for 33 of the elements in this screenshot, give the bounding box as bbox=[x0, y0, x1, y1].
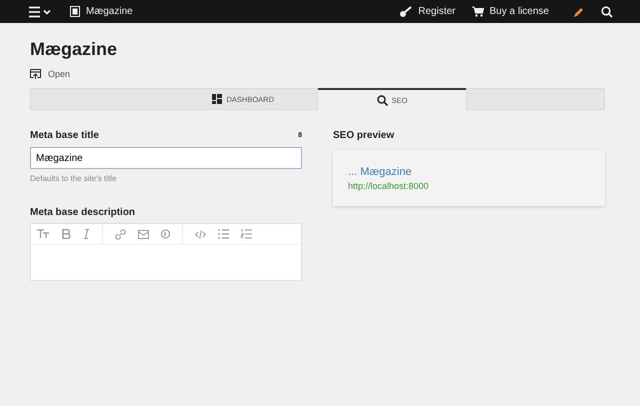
open-icon bbox=[30, 69, 41, 79]
input-field[interactable]: Mægazine bbox=[30, 147, 302, 169]
cart-icon bbox=[472, 6, 484, 17]
key-icon bbox=[399, 6, 412, 18]
bullet-list-icon bbox=[218, 229, 229, 239]
envelope-icon bbox=[138, 230, 149, 238]
buy-license-link[interactable]: Buy a license bbox=[472, 6, 549, 17]
search-button[interactable] bbox=[601, 6, 613, 18]
register-link[interactable]: Register bbox=[399, 6, 456, 18]
bold-icon bbox=[62, 229, 71, 239]
field-hint: Defaults to the site's title bbox=[30, 174, 118, 183]
numbered-list-icon bbox=[241, 229, 252, 239]
field-label: Meta base description bbox=[30, 206, 136, 218]
attachment-icon bbox=[161, 229, 170, 239]
menu-button[interactable] bbox=[28, 6, 52, 18]
code-icon bbox=[195, 230, 206, 238]
search-icon bbox=[376, 94, 388, 106]
link-icon bbox=[115, 228, 126, 240]
pencil-icon bbox=[573, 6, 585, 18]
page-title: Mægazine bbox=[30, 38, 118, 60]
italic-icon bbox=[83, 229, 90, 239]
menu-icon bbox=[28, 6, 52, 18]
preview-url: http://localhost:8000 bbox=[348, 180, 430, 190]
site-link[interactable]: Mægazine bbox=[70, 6, 133, 17]
text-size-icon bbox=[37, 229, 50, 239]
field-label: Meta base title bbox=[30, 130, 99, 140]
dashboard-icon bbox=[212, 94, 222, 104]
preview-title: ... Mægazine bbox=[348, 166, 413, 178]
edit-button[interactable] bbox=[573, 6, 585, 18]
search-icon bbox=[601, 6, 613, 18]
document-icon bbox=[70, 6, 80, 17]
section-heading: SEO preview bbox=[333, 130, 394, 140]
open-link[interactable]: Open bbox=[30, 69, 70, 79]
